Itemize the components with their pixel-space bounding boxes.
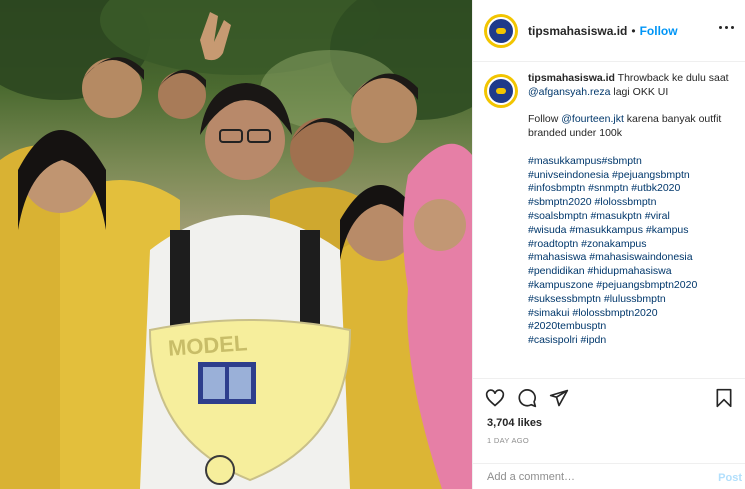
hashtag-line[interactable]: #sbmptn2020 #lolossbmptn <box>528 196 738 210</box>
hashtag-line[interactable]: #univseindonesia #pejuangsbmptn <box>528 169 738 183</box>
share-icon[interactable] <box>549 388 569 408</box>
hashtag-list: #masukkampus#sbmptn #univseindonesia #pej… <box>528 155 738 348</box>
mention-link[interactable]: @afgansyah.reza <box>528 86 610 98</box>
hashtag-line[interactable]: #masukkampus#sbmptn <box>528 155 738 169</box>
caption-avatar[interactable] <box>484 74 518 108</box>
caption-line1-tail: lagi OKK UI <box>610 85 669 98</box>
heart-icon[interactable] <box>485 388 505 408</box>
hashtag-line[interactable]: #suksessbmptn #lulussbmptn <box>528 293 738 307</box>
hashtag-line[interactable]: #pendidikan #hidupmahasiswa <box>528 265 738 279</box>
profile-logo-icon <box>487 77 515 105</box>
caption-line1: Throwback ke dulu saat <box>614 72 729 84</box>
hashtag-line[interactable]: #infosbmptn #snmptn #utbk2020 <box>528 182 738 196</box>
comment-bar: Post <box>473 463 745 489</box>
caption-block: tipsmahasiswa.id Throwback ke dulu saat … <box>484 72 745 378</box>
header-username[interactable]: tipsmahasiswa.id <box>528 24 627 38</box>
hashtag-line[interactable]: #casispolri #ipdn <box>528 334 738 348</box>
post-date[interactable]: 1 DAY AGO <box>487 436 529 445</box>
photo-illustration <box>0 0 472 489</box>
caption-text: tipsmahasiswa.id Throwback ke dulu saat … <box>528 72 738 378</box>
caption-username[interactable]: tipsmahasiswa.id <box>528 72 615 84</box>
follow-button[interactable]: Follow <box>640 24 678 38</box>
sign-text: MODEL <box>167 330 249 361</box>
post-comment-button[interactable]: Post <box>718 472 742 484</box>
likes-count[interactable]: 3,704 likes <box>487 417 542 429</box>
action-bar <box>473 378 745 416</box>
caption-line2-head: Follow <box>528 113 562 126</box>
profile-avatar[interactable] <box>484 13 518 48</box>
hashtag-line[interactable]: #roadtoptn #zonakampus <box>528 238 738 252</box>
hashtag-line[interactable]: #simakui #lolossbmptn2020 <box>528 307 738 321</box>
comment-icon[interactable] <box>517 388 537 408</box>
post-side-panel: tipsmahasiswa.id • Follow tipsmahasiswa.… <box>472 0 745 489</box>
mention-link[interactable]: @fourteen.jkt <box>561 113 624 125</box>
separator-dot: • <box>631 23 636 38</box>
hashtag-line[interactable]: #kampuszone #pejuangsbmptn2020 <box>528 279 738 293</box>
hashtag-line[interactable]: #2020tembusptn <box>528 320 738 334</box>
bookmark-icon[interactable] <box>714 388 734 408</box>
hashtag-line[interactable]: #soalsbmptn #masukptn #viral <box>528 210 738 224</box>
more-horizontal-icon[interactable] <box>719 26 734 29</box>
comment-input[interactable] <box>487 470 697 483</box>
post-photo[interactable]: MODEL <box>0 0 472 489</box>
hashtag-line[interactable]: #wisuda #masukkampus #kampus <box>528 224 738 238</box>
post-header: tipsmahasiswa.id • Follow <box>473 0 745 62</box>
profile-logo-icon <box>487 16 515 45</box>
hashtag-line[interactable]: #mahasiswa #mahasiswaindonesia <box>528 251 738 265</box>
